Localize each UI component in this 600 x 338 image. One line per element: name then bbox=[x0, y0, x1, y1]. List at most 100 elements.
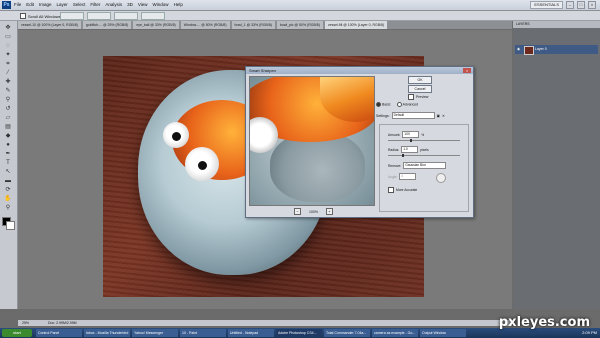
main-menu: File Edit Image Layer Select Filter Anal… bbox=[14, 2, 183, 7]
cancel-button[interactable]: Cancel bbox=[408, 85, 432, 93]
gradient-tool-icon[interactable]: ▤ bbox=[4, 124, 12, 131]
menu-analysis[interactable]: Analysis bbox=[105, 2, 122, 7]
doc-tab[interactable]: vessel-10 @ 100% (Layer 0, RGB/8) bbox=[18, 21, 81, 29]
task-button[interactable]: Output Window bbox=[420, 329, 466, 337]
zoom-in-icon[interactable]: + bbox=[325, 208, 333, 215]
layers-panel-tabs: LAYERS bbox=[513, 21, 600, 28]
minimize-icon[interactable]: – bbox=[566, 1, 574, 9]
task-button[interactable]: camera as example - Go... bbox=[372, 329, 418, 337]
hand-tool-icon[interactable]: ✋ bbox=[4, 196, 12, 203]
fit-screen-button[interactable] bbox=[87, 12, 111, 20]
close-icon[interactable]: × bbox=[463, 68, 471, 73]
remove-select[interactable]: Gaussian Blur bbox=[403, 162, 447, 169]
marquee-tool-icon[interactable]: ▭ bbox=[4, 34, 12, 41]
task-button[interactable]: Total Commander 7.04a... bbox=[324, 329, 370, 337]
task-button[interactable]: Yahoo! Messenger bbox=[132, 329, 178, 337]
delete-settings-icon[interactable]: ✕ bbox=[442, 114, 445, 118]
menu-edit[interactable]: Edit bbox=[26, 2, 34, 7]
advanced-option[interactable]: Advanced bbox=[396, 102, 418, 107]
amount-slider[interactable] bbox=[388, 139, 460, 142]
actual-pixels-button[interactable] bbox=[60, 12, 84, 20]
advanced-radio[interactable] bbox=[396, 102, 402, 107]
workspace-switcher[interactable]: ESSENTIALS bbox=[530, 1, 563, 9]
clone-stamp-icon[interactable]: ⚲ bbox=[4, 97, 12, 104]
settings-label: Settings: bbox=[376, 113, 390, 118]
3d-rotate-icon[interactable]: ⟳ bbox=[4, 187, 12, 194]
task-button-active[interactable]: Adobe Photoshop CS4... bbox=[276, 329, 322, 337]
radius-slider[interactable] bbox=[388, 154, 460, 157]
clock: 2:09 PM bbox=[582, 330, 597, 335]
basic-option[interactable]: Basic bbox=[376, 102, 391, 107]
preview-eye-image bbox=[250, 117, 278, 153]
visibility-eye-icon[interactable]: ◉ bbox=[517, 45, 520, 54]
history-brush-icon[interactable]: ↺ bbox=[4, 106, 12, 113]
layer-name[interactable]: Layer 0 bbox=[535, 45, 547, 54]
scroll-all-checkbox[interactable] bbox=[20, 13, 26, 19]
path-selection-icon[interactable]: ↖ bbox=[4, 169, 12, 176]
zoom-level[interactable]: 25% bbox=[22, 320, 29, 326]
menu-3d[interactable]: 3D bbox=[127, 2, 133, 7]
menu-image[interactable]: Image bbox=[39, 2, 52, 7]
more-accurate-checkbox[interactable] bbox=[388, 187, 394, 193]
preview-option[interactable]: Preview bbox=[408, 94, 428, 100]
pupil bbox=[172, 132, 181, 141]
doc-tab[interactable]: Window-... @ 50% (RGB/8) bbox=[180, 21, 230, 29]
filter-preview[interactable] bbox=[249, 76, 375, 206]
menu-layer[interactable]: Layer bbox=[57, 2, 68, 7]
eraser-tool-icon[interactable]: ▱ bbox=[4, 115, 12, 122]
brush-tool-icon[interactable]: ✎ bbox=[4, 88, 12, 95]
lasso-tool-icon[interactable]: ◌ bbox=[4, 43, 12, 50]
settings-select[interactable]: Default bbox=[391, 112, 435, 119]
menu-file[interactable]: File bbox=[14, 2, 21, 7]
healing-brush-icon[interactable]: ✚ bbox=[4, 79, 12, 86]
dodge-tool-icon[interactable]: ● bbox=[4, 142, 12, 149]
radius-input[interactable]: 1.0 bbox=[401, 146, 419, 153]
ok-button[interactable]: OK bbox=[408, 76, 432, 84]
fill-screen-button[interactable] bbox=[114, 12, 138, 20]
doc-tab[interactable]: goldfish-... @ 25% (RGB/8) bbox=[82, 21, 132, 29]
maximize-icon[interactable]: □ bbox=[577, 1, 585, 9]
sharpen-options-group: Amount: 100 % Radius: 1.0 pixels Remove:… bbox=[379, 124, 469, 212]
preview-zoom: 100% bbox=[309, 209, 318, 214]
move-tool-icon[interactable]: ✥ bbox=[4, 25, 12, 32]
blur-tool-icon[interactable]: ◆ bbox=[4, 133, 12, 140]
type-tool-icon[interactable]: T bbox=[4, 160, 12, 167]
task-button[interactable]: Control Panel bbox=[36, 329, 82, 337]
basic-label: Basic bbox=[382, 102, 391, 107]
more-accurate-option[interactable]: More Accurate bbox=[388, 187, 417, 193]
preview-checkbox[interactable] bbox=[408, 94, 414, 100]
save-settings-icon[interactable]: ▣ bbox=[437, 114, 440, 118]
task-button[interactable]: Untitled - Notepad bbox=[228, 329, 274, 337]
amount-input[interactable]: 100 bbox=[402, 131, 420, 138]
zoom-tool-icon[interactable]: ⚲ bbox=[4, 205, 12, 212]
shape-tool-icon[interactable]: ▬ bbox=[4, 178, 12, 185]
radius-slider-knob[interactable] bbox=[402, 154, 404, 157]
close-icon[interactable]: × bbox=[588, 1, 596, 9]
scroll-all-windows-option[interactable]: Scroll All Windows bbox=[20, 13, 61, 19]
doc-tab-active[interactable]: vessel-fill @ 100% (Layer 0, RGB/8) bbox=[324, 21, 388, 29]
task-button[interactable]: Inbox - Mozilla Thunderbird bbox=[84, 329, 130, 337]
angle-dial[interactable] bbox=[436, 173, 446, 183]
magic-wand-icon[interactable]: ✦ bbox=[4, 52, 12, 59]
eyedropper-icon[interactable]: ⁄ bbox=[4, 70, 12, 77]
menu-window[interactable]: Window bbox=[153, 2, 169, 7]
menu-view[interactable]: View bbox=[138, 2, 148, 7]
menu-help[interactable]: Help bbox=[174, 2, 183, 7]
layer-row[interactable]: ◉ Layer 0 bbox=[515, 45, 598, 55]
start-button[interactable]: start bbox=[2, 329, 32, 337]
amount-slider-knob[interactable] bbox=[410, 139, 412, 142]
layers-tab[interactable]: LAYERS bbox=[513, 22, 530, 26]
menu-filter[interactable]: Filter bbox=[90, 2, 100, 7]
angle-input[interactable]: 0 bbox=[399, 173, 417, 180]
menu-select[interactable]: Select bbox=[73, 2, 86, 7]
crop-tool-icon[interactable]: ⌗ bbox=[4, 61, 12, 68]
pen-tool-icon[interactable]: ✒ bbox=[4, 151, 12, 158]
doc-tab[interactable]: bowl_pic @ 50% (RGB/8) bbox=[276, 21, 323, 29]
print-size-button[interactable] bbox=[141, 12, 165, 20]
zoom-out-icon[interactable]: − bbox=[294, 208, 301, 215]
task-button[interactable]: 10 - Paint bbox=[180, 329, 226, 337]
background-color-swatch[interactable] bbox=[6, 221, 15, 230]
doc-tab[interactable]: eye_ball @ 33% (RGB/8) bbox=[133, 21, 179, 29]
basic-radio[interactable] bbox=[376, 102, 381, 107]
doc-tab[interactable]: bowl_1 @ 33% (RGB/8) bbox=[231, 21, 275, 29]
